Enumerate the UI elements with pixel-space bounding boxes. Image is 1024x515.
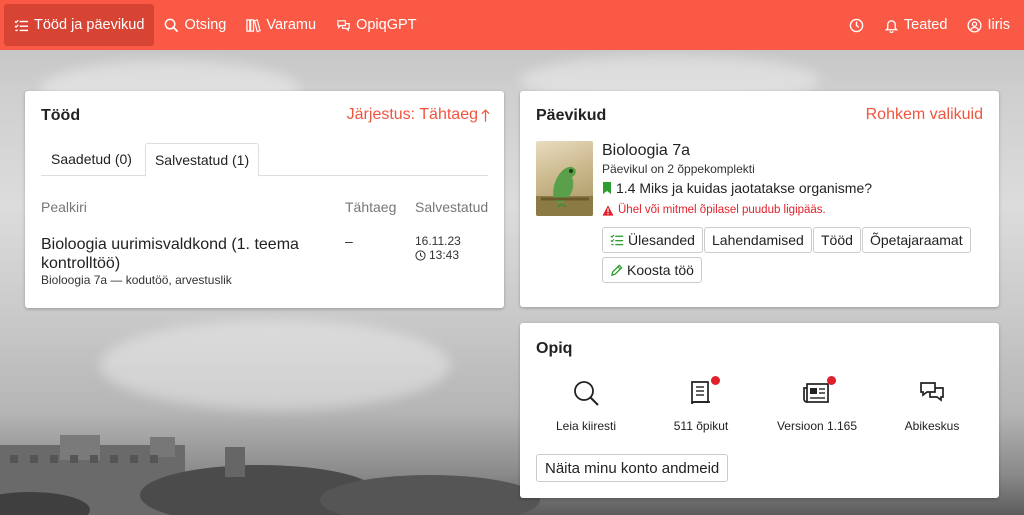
nav-user-menu[interactable]: Iiris	[957, 4, 1020, 46]
task-list-icon	[610, 234, 624, 246]
compose-work-button[interactable]: Koosta töö	[602, 257, 702, 283]
arrow-up-icon	[481, 108, 490, 122]
chameleon-image	[536, 166, 593, 216]
nav-works-label: Tööd ja päevikud	[34, 17, 145, 33]
book-title[interactable]: Bioloogia 7a	[602, 142, 690, 160]
sort-link-label: Järjestus: Tähtaeg	[346, 106, 478, 123]
work-saved-date: 16.11.23	[415, 234, 461, 248]
textbooks-label: 511 õpikut	[673, 419, 729, 433]
nav-library[interactable]: Varamu	[236, 4, 326, 46]
library-icon	[246, 18, 262, 32]
diaries-card: Päevikud Rohkem valikuid Bioloogia 7a Pä…	[520, 91, 999, 307]
top-nav-bar: Tööd ja päevikud Otsing Varamu OpiqGPT T…	[0, 0, 1024, 50]
nav-opiqgpt[interactable]: OpiqGPT	[326, 4, 426, 46]
cloud	[100, 320, 450, 410]
teacher-book-button[interactable]: Õpetajaraamat	[862, 227, 971, 253]
column-header-deadline[interactable]: Tähtaeg	[345, 199, 396, 215]
quick-find-link[interactable]: Leia kiiresti	[536, 379, 636, 433]
works-button[interactable]: Tööd	[813, 227, 861, 253]
work-saved-time: 13:43	[429, 248, 460, 262]
textbooks-link[interactable]: 511 õpikut	[651, 376, 751, 433]
tab-saved[interactable]: Salvestatud (1)	[144, 143, 260, 177]
user-icon	[967, 17, 982, 33]
compose-work-label: Koosta töö	[627, 262, 694, 278]
book-subtitle: Päevikul on 2 õppekomplekti	[602, 162, 755, 176]
nav-gpt-label: OpiqGPT	[356, 17, 417, 33]
access-warning: Ühel või mitmel õpilasel puudub ligipääs…	[602, 204, 826, 216]
version-label: Versioon 1.165	[776, 419, 858, 433]
nav-notifications-label: Teated	[903, 17, 948, 33]
pencil-icon	[610, 263, 623, 276]
bell-icon	[884, 19, 899, 33]
works-tabs: Saadetud (0) Salvestatud (1)	[41, 143, 488, 177]
nav-notifications[interactable]: Teated	[874, 4, 958, 46]
clock-icon	[415, 249, 426, 261]
tasks-button[interactable]: Ülesanded	[602, 227, 703, 253]
help-center-link[interactable]: Abikeskus	[882, 379, 982, 433]
quick-find-label: Leia kiiresti	[555, 419, 617, 433]
show-account-button[interactable]: Näita minu konto andmeid	[536, 454, 729, 482]
work-deadline: –	[345, 233, 353, 249]
bookmark-icon	[603, 182, 611, 194]
book-chapter-label: 1.4 Miks ja kuidas jaotatakse organisme?	[616, 180, 873, 196]
search-icon	[574, 381, 599, 406]
more-options-link[interactable]: Rohkem valikuid	[866, 106, 983, 124]
nav-user-label: Iiris	[987, 17, 1010, 33]
solutions-button[interactable]: Lahendamised	[704, 227, 812, 253]
diaries-title: Päevikud	[536, 107, 607, 124]
work-title-link[interactable]: Bioloogia uurimisvaldkond (1. teema kont…	[41, 235, 341, 273]
version-notification-dot	[827, 376, 836, 385]
nav-library-label: Varamu	[266, 17, 317, 33]
access-warning-text: Ühel või mitmel õpilasel puudub ligipääs…	[618, 204, 826, 216]
nav-history[interactable]	[839, 4, 874, 46]
sort-link[interactable]: Järjestus: Tähtaeg	[347, 106, 490, 124]
warning-icon	[602, 204, 614, 216]
search-icon	[165, 18, 179, 32]
textbooks-notification-dot	[711, 376, 720, 385]
work-saved-datetime: 16.11.23 13:43	[415, 234, 461, 262]
works-card: Tööd Järjestus: Tähtaeg Saadetud (0) Sal…	[25, 91, 504, 308]
nav-search[interactable]: Otsing	[154, 4, 236, 46]
book-cover-image[interactable]	[536, 141, 593, 216]
work-subtitle: Bioloogia 7a — kodutöö, arvestuslik	[41, 273, 232, 287]
nav-search-label: Otsing	[184, 17, 227, 33]
chat-icon	[337, 19, 350, 32]
opiq-title: Opiq	[536, 340, 573, 357]
nav-works-and-diaries[interactable]: Tööd ja päevikud	[4, 4, 155, 46]
newspaper-icon	[803, 383, 829, 403]
clock-icon	[849, 18, 864, 32]
book-chapter-link[interactable]: 1.4 Miks ja kuidas jaotatakse organisme?	[602, 180, 872, 196]
works-title: Tööd	[41, 107, 81, 124]
column-header-title[interactable]: Pealkiri	[41, 199, 87, 215]
version-link[interactable]: Versioon 1.165	[767, 376, 867, 433]
column-header-saved[interactable]: Salvestatud	[415, 199, 488, 215]
tab-sent[interactable]: Saadetud (0)	[42, 143, 141, 176]
opiq-card: Opiq Leia kiiresti 511 õpikut Versioon 1…	[520, 323, 999, 498]
book-icon	[691, 381, 710, 405]
task-list-icon	[14, 19, 29, 31]
tasks-button-label: Ülesanded	[628, 232, 695, 248]
chat-icon	[920, 382, 944, 402]
help-center-label: Abikeskus	[904, 419, 960, 433]
